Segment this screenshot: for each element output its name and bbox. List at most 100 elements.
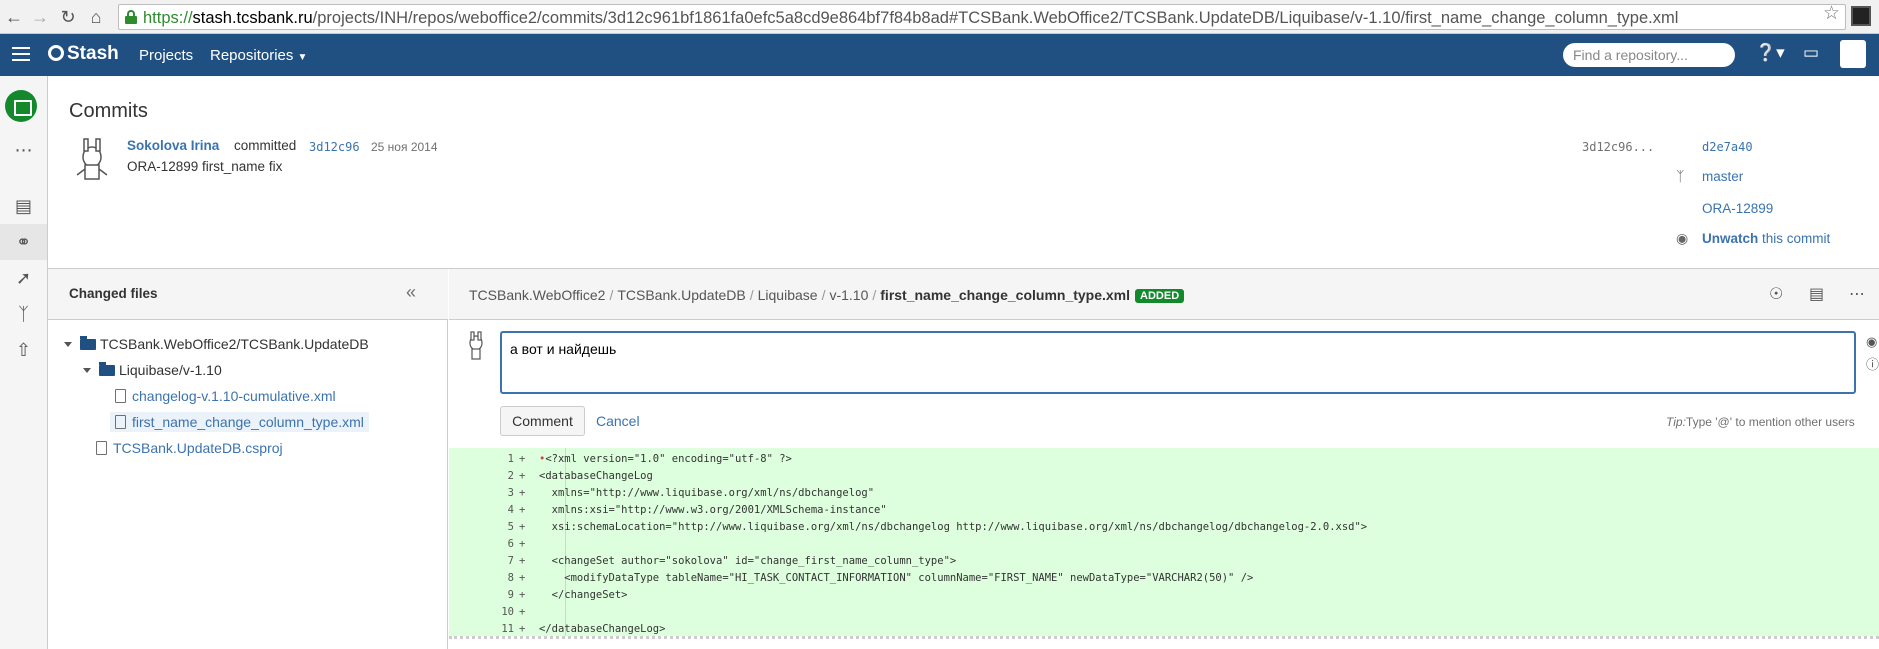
added-marker: +: [519, 538, 526, 550]
tree-file[interactable]: changelog-v.1.10-cumulative.xml: [115, 388, 336, 404]
line-source: <changeSet author="sokolova" id="change_…: [539, 555, 957, 567]
diff-line: 4 + xmlns:xsi="http://www.w3.org/2001/XML…: [449, 504, 1879, 521]
tree-folder-liquibase[interactable]: Liquibase/v-1.10: [83, 362, 222, 378]
nav-repositories[interactable]: Repositories ▼: [210, 47, 307, 64]
added-marker: +: [519, 453, 526, 465]
search-input[interactable]: Find a repository...: [1563, 43, 1735, 67]
diff-header: TCSBank.WebOffice2/TCSBank.UpdateDB / Liqu…: [449, 269, 1879, 320]
repository-icon[interactable]: [5, 90, 37, 122]
file-icon: [96, 441, 107, 455]
changed-files-header: Changed files «: [48, 269, 448, 320]
line-source: </changeSet>: [539, 589, 628, 601]
added-marker: +: [519, 521, 526, 533]
sidebar-rail: ⋯ ▤ ⚭ ➚ ᛉ ⇧: [0, 76, 48, 649]
added-marker: +: [519, 487, 526, 499]
nav-projects[interactable]: Projects: [139, 47, 193, 64]
comment-textarea[interactable]: а вот и найдешь: [500, 331, 1856, 394]
line-number[interactable]: 11: [449, 623, 514, 635]
diff-line: 3 + xmlns="http://www.liquibase.org/xml/n…: [449, 487, 1879, 504]
line-number[interactable]: 4: [449, 504, 514, 516]
breadcrumb-item[interactable]: TCSBank.WebOffice2: [469, 287, 605, 303]
more-options-icon[interactable]: ⋯: [1849, 284, 1865, 304]
line-number[interactable]: 5: [449, 521, 514, 533]
user-avatar[interactable]: [1840, 40, 1866, 68]
line-number[interactable]: 1: [449, 453, 514, 465]
commit-author[interactable]: Sokolova Irina: [127, 138, 219, 153]
reload-icon[interactable]: ↻: [56, 5, 80, 29]
collapse-icon[interactable]: «: [406, 282, 416, 303]
diff-line: 10 +: [449, 606, 1879, 623]
line-source: <databaseChangeLog: [539, 470, 653, 482]
added-marker: +: [519, 623, 526, 635]
pull-requests-icon[interactable]: ⇧: [0, 332, 47, 368]
changed-files-title: Changed files: [69, 286, 158, 301]
view-file-icon[interactable]: ▤: [1809, 284, 1824, 304]
diff-code: 1 + •<?xml version="1.0" encoding="utf-8" …: [449, 448, 1879, 636]
branches-icon[interactable]: ᛉ: [0, 296, 47, 332]
line-source: xmlns="http://www.liquibase.org/xml/ns/d…: [539, 487, 875, 499]
branch-link[interactable]: master: [1702, 169, 1743, 184]
url-text: https://stash.tcsbank.ru/projects/INH/re…: [143, 9, 1679, 27]
bookmark-star-icon[interactable]: ☆: [1823, 2, 1840, 25]
caret-down-icon: [64, 342, 72, 347]
tree-folder-updatedb[interactable]: TCSBank.WebOffice2/TCSBank.UpdateDB: [64, 336, 369, 352]
more-icon[interactable]: ⋯: [0, 132, 47, 168]
app-header: Stash Projects Repositories ▼ Find a rep…: [0, 34, 1879, 76]
stash-logo[interactable]: Stash: [48, 43, 119, 65]
line-source: xsi:schemaLocation="http://www.liquibase…: [539, 521, 1368, 533]
arrow-right-icon[interactable]: →: [28, 5, 52, 29]
line-number[interactable]: 6: [449, 538, 514, 550]
line-number[interactable]: 7: [449, 555, 514, 567]
branches-graph-icon[interactable]: ➚: [0, 260, 47, 296]
caret-down-icon: [83, 368, 91, 373]
menu-icon[interactable]: [12, 47, 30, 61]
stash-logo-icon: [48, 45, 64, 61]
diff-line: 1 + •<?xml version="1.0" encoding="utf-8" …: [449, 453, 1879, 470]
home-icon[interactable]: ⌂: [84, 5, 108, 29]
parent-hash[interactable]: 3d12c96...: [1582, 140, 1654, 154]
author-avatar[interactable]: [75, 137, 109, 183]
add-comment-icon[interactable]: ☉: [1769, 284, 1783, 304]
extension-icon[interactable]: [1851, 6, 1871, 26]
breadcrumb: TCSBank.WebOffice2/TCSBank.UpdateDB / Liqu…: [469, 287, 1185, 303]
line-source: •<?xml version="1.0" encoding="utf-8" ?>: [539, 453, 792, 465]
commits-icon[interactable]: ⚭: [0, 224, 47, 260]
tree-file[interactable]: TCSBank.UpdateDB.csproj: [96, 440, 283, 456]
cancel-link[interactable]: Cancel: [596, 413, 640, 429]
unwatch-link[interactable]: Unwatch this commit: [1702, 231, 1830, 246]
tree-file-selected[interactable]: first_name_change_column_type.xml: [110, 412, 369, 432]
diff-line: 9 + </changeSet>: [449, 589, 1879, 606]
commit-verb: committed: [234, 138, 297, 153]
commenter-avatar: [469, 331, 483, 360]
breadcrumb-item[interactable]: TCSBank.UpdateDB: [617, 287, 745, 303]
added-marker: +: [519, 555, 526, 567]
current-file: first_name_change_column_type.xml: [880, 287, 1131, 303]
source-icon[interactable]: ▤: [0, 188, 47, 224]
preview-eye-icon[interactable]: ◉: [1866, 334, 1877, 350]
added-marker: +: [519, 572, 526, 584]
help-icon[interactable]: ❔▾: [1755, 43, 1785, 63]
folder-icon: [80, 336, 96, 350]
file-icon: [115, 389, 126, 403]
line-number[interactable]: 3: [449, 487, 514, 499]
child-hash[interactable]: d2e7a40: [1702, 140, 1753, 154]
help-icon[interactable]: ⓘ: [1866, 354, 1879, 373]
breadcrumb-item[interactable]: Liquibase: [758, 287, 818, 303]
commit-hash[interactable]: 3d12c96: [309, 140, 360, 154]
issue-link[interactable]: ORA-12899: [1702, 201, 1773, 216]
added-marker: +: [519, 504, 526, 516]
browser-toolbar: ← → ↻ ⌂ https://stash.tcsbank.ru/project…: [0, 0, 1879, 34]
file-icon: [115, 415, 126, 429]
added-marker: +: [519, 589, 526, 601]
arrow-left-icon[interactable]: ←: [2, 5, 26, 29]
line-number[interactable]: 2: [449, 470, 514, 482]
line-number[interactable]: 8: [449, 572, 514, 584]
chevron-down-icon: ▼: [297, 52, 308, 63]
line-number[interactable]: 9: [449, 589, 514, 601]
diff-line: 8 + <modifyDataType tableName="HI_TASK_CO…: [449, 572, 1879, 589]
breadcrumb-item[interactable]: v-1.10: [829, 287, 868, 303]
address-bar[interactable]: https://stash.tcsbank.ru/projects/INH/re…: [118, 4, 1846, 30]
inbox-icon[interactable]: ▭: [1803, 43, 1819, 63]
line-number[interactable]: 10: [449, 606, 514, 618]
comment-button[interactable]: Comment: [500, 406, 585, 436]
